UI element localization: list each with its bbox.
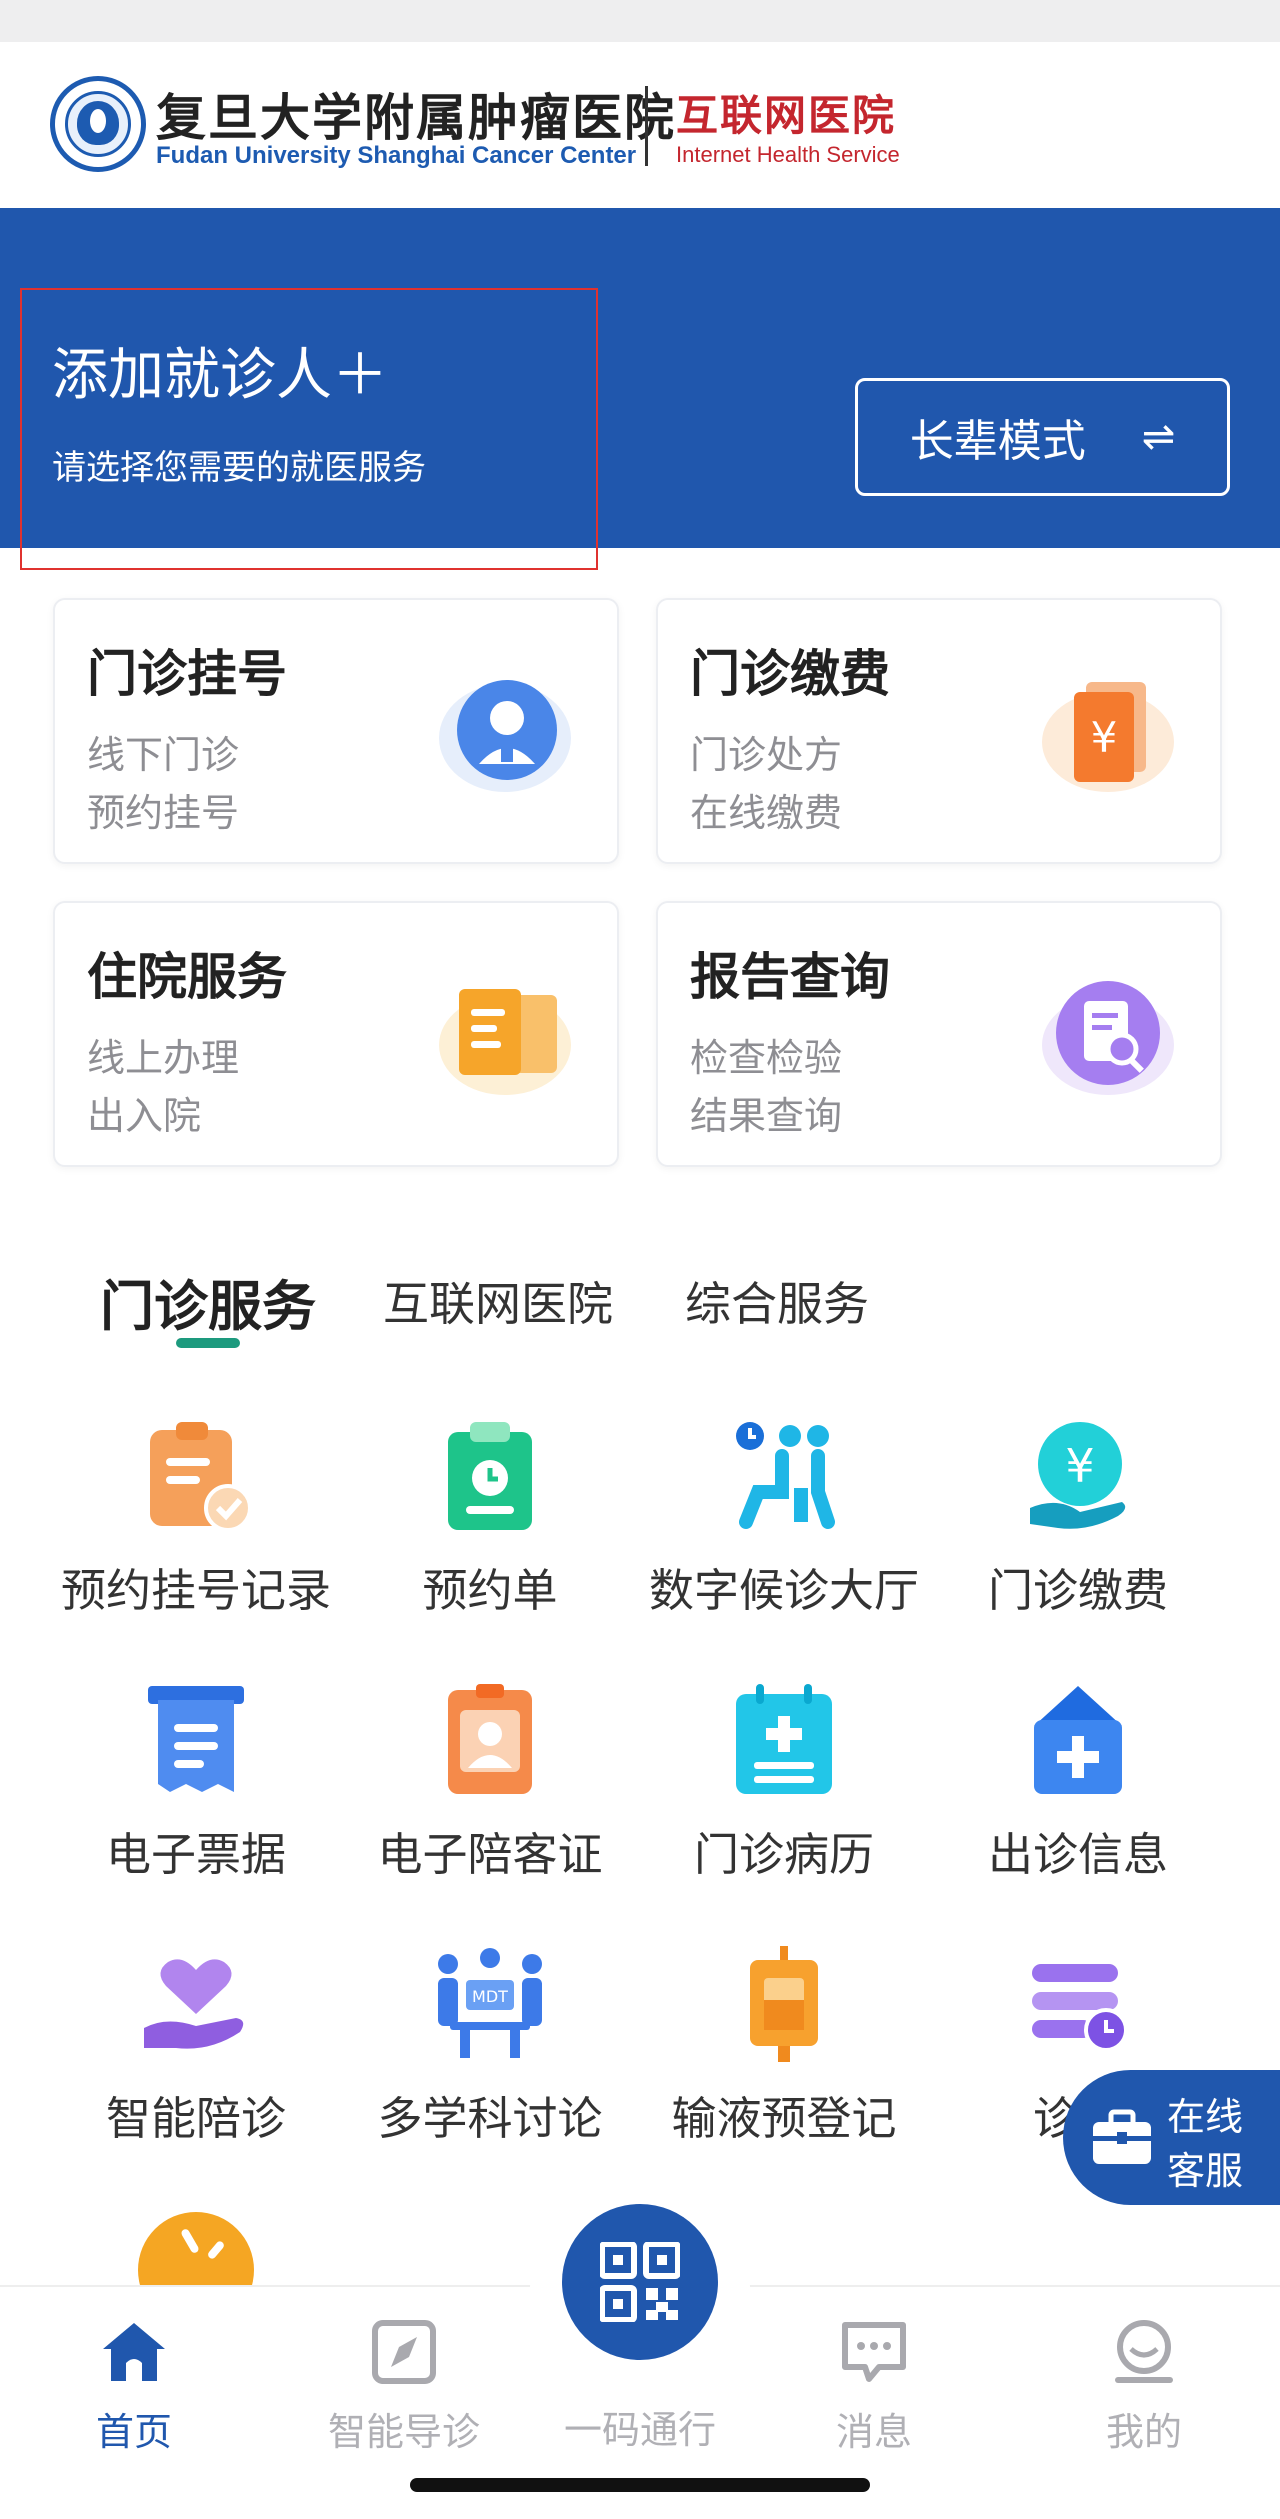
- hospital-header: 复旦大学附属肿瘤医院 Fudan University Shanghai Can…: [0, 42, 1280, 208]
- tab-comprehensive-service[interactable]: 综合服务: [685, 1268, 869, 1334]
- service-hint-text: 请选择您需要的就医服务: [52, 448, 426, 488]
- service-label: 出诊信息: [987, 1828, 1168, 1881]
- tab-internet-hospital[interactable]: 互联网医院: [383, 1268, 613, 1334]
- card-subtitle: 出入院: [87, 1094, 202, 1138]
- svg-text:MDT: MDT: [472, 1987, 508, 2006]
- infusion-bag-icon: [750, 1946, 818, 2062]
- service-digital-waiting-hall[interactable]: 数字候诊大厅: [634, 1416, 934, 1656]
- document-icon: [439, 989, 571, 1095]
- service-infusion-preregistration[interactable]: 输液预登记: [634, 1944, 934, 2184]
- hospital-logo: [50, 76, 146, 172]
- home-indicator: [410, 2478, 870, 2492]
- online-customer-service-button[interactable]: 在线 客服: [1063, 2070, 1280, 2205]
- tab-outpatient-service[interactable]: 门诊服务: [100, 1262, 316, 1341]
- nav-label-qr-pass: 一码通行: [563, 2408, 716, 2452]
- svg-text:¥: ¥: [1065, 1439, 1094, 1493]
- profile-icon: [1115, 2320, 1173, 2383]
- service-label: 智能陪诊: [105, 2092, 286, 2145]
- service-label: 数字候诊大厅: [648, 1564, 919, 1617]
- hospital-name-cn: 复旦大学附属肿瘤医院: [156, 88, 676, 147]
- service-e-companion-pass[interactable]: 电子陪客证: [340, 1680, 640, 1920]
- internet-hospital-cn: 互联网医院: [676, 91, 897, 140]
- card-inpatient-service[interactable]: 住院服务 线上办理 出入院: [53, 901, 619, 1167]
- service-e-receipt[interactable]: 电子票据: [46, 1680, 346, 1920]
- card-title: 门诊缴费: [690, 645, 890, 703]
- briefcase-icon: [1093, 2109, 1151, 2164]
- yuan-icon: ¥: [1042, 682, 1174, 792]
- clinic-house-icon: [1034, 1686, 1122, 1794]
- message-icon: [842, 2322, 906, 2382]
- card-subtitle: 结果查询: [690, 1094, 843, 1138]
- patient-banner: 添加就诊人＋ 请选择您需要的就医服务 长辈模式 ⇌: [0, 208, 1280, 570]
- doctor-icon: [439, 680, 571, 792]
- card-subtitle: 线下门诊: [87, 733, 240, 777]
- swap-icon: ⇌: [1141, 414, 1176, 460]
- card-subtitle: 预约挂号: [87, 791, 240, 835]
- nav-messages[interactable]: 消息: [784, 2317, 964, 2487]
- qr-code-icon: [600, 2242, 680, 2322]
- service-outpatient-payment[interactable]: ¥ 门诊缴费: [928, 1416, 1228, 1656]
- waiting-room-icon: [736, 1422, 835, 1529]
- card-outpatient-registration[interactable]: 门诊挂号 线下门诊 预约挂号: [53, 598, 619, 864]
- service-label: 预约单: [422, 1564, 558, 1617]
- qr-pass-button[interactable]: [562, 2204, 718, 2360]
- report-search-icon: [1042, 981, 1174, 1095]
- card-outpatient-payment[interactable]: 门诊缴费 门诊处方 在线缴费 ¥: [656, 598, 1222, 864]
- nav-label: 消息: [835, 2410, 912, 2454]
- medical-record-icon: [736, 1684, 832, 1794]
- hospital-name-en: Fudan University Shanghai Cancer Center: [156, 142, 637, 169]
- service-label: 电子票据: [105, 1828, 286, 1881]
- add-patient-link[interactable]: 添加就诊人＋: [52, 330, 388, 411]
- card-title: 门诊挂号: [87, 645, 287, 703]
- tab-active-indicator: [176, 1338, 240, 1348]
- status-bar: [0, 0, 1280, 42]
- service-outpatient-record[interactable]: 门诊病历: [634, 1680, 934, 1920]
- card-title: 报告查询: [690, 948, 890, 1006]
- service-label-line1: 在线: [1167, 2095, 1244, 2139]
- nav-label: 我的: [1105, 2410, 1182, 2454]
- svg-text:¥: ¥: [1091, 713, 1118, 762]
- nav-smart-triage[interactable]: 智能导诊: [314, 2317, 494, 2487]
- receipt-icon: [148, 1686, 244, 1792]
- card-subtitle: 在线缴费: [690, 791, 843, 835]
- card-title: 住院服务: [87, 948, 287, 1006]
- nav-profile[interactable]: 我的: [1054, 2317, 1234, 2487]
- header-divider: [645, 86, 648, 166]
- card-subtitle: 线上办理: [87, 1036, 240, 1080]
- heart-hand-icon: [144, 1959, 244, 2049]
- service-label: 门诊缴费: [987, 1564, 1168, 1617]
- service-appointment-records[interactable]: 预约挂号记录: [46, 1416, 346, 1656]
- service-clinic-schedule[interactable]: 出诊信息: [928, 1680, 1228, 1920]
- elder-mode-button[interactable]: 长辈模式 ⇌: [855, 378, 1230, 496]
- clock-clipboard-icon: [448, 1422, 532, 1530]
- nav-label: 首页: [95, 2410, 172, 2454]
- service-mdt-discussion[interactable]: MDT 多学科讨论: [340, 1944, 640, 2184]
- pre-visit-icon: [1032, 1964, 1128, 2052]
- partial-service-icon[interactable]: [136, 2210, 256, 2290]
- card-subtitle: 门诊处方: [690, 733, 843, 777]
- internet-hospital-en: Internet Health Service: [676, 142, 900, 167]
- service-label-line2: 客服: [1167, 2149, 1244, 2193]
- nav-label: 智能导诊: [327, 2410, 480, 2454]
- card-subtitle: 检查检验: [690, 1036, 843, 1080]
- service-label: 多学科讨论: [377, 2092, 603, 2145]
- yuan-hand-icon: ¥: [1030, 1422, 1126, 1529]
- service-smart-escort[interactable]: 智能陪诊: [46, 1944, 346, 2184]
- service-label: 预约挂号记录: [60, 1564, 331, 1617]
- service-label: 输液预登记: [671, 2092, 897, 2145]
- card-report-query[interactable]: 报告查询 检查检验 结果查询: [656, 901, 1222, 1167]
- id-badge-icon: [448, 1684, 532, 1794]
- service-label: 门诊病历: [693, 1828, 874, 1881]
- mdt-meeting-icon: MDT: [438, 1948, 542, 2058]
- service-appointment-slip[interactable]: 预约单: [340, 1416, 640, 1656]
- service-label: 电子陪客证: [377, 1828, 603, 1881]
- clipboard-check-icon: [150, 1422, 252, 1532]
- nav-home[interactable]: 首页: [44, 2317, 224, 2487]
- compass-icon: [372, 2320, 436, 2384]
- home-icon: [103, 2323, 165, 2381]
- elder-mode-label: 长辈模式: [909, 416, 1086, 467]
